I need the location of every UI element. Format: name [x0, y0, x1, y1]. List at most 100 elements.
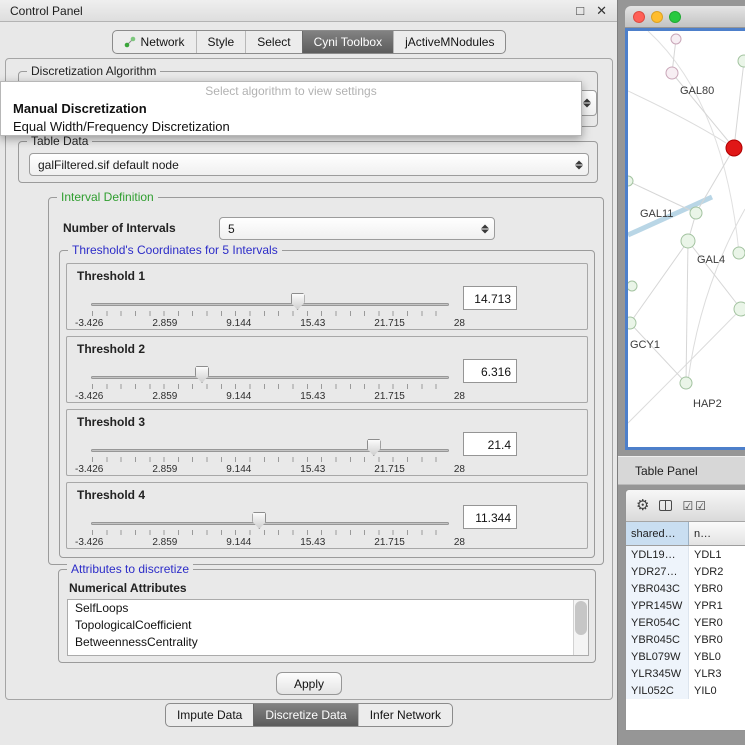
- slider-thumb[interactable]: [195, 366, 209, 383]
- list-scrollbar[interactable]: [573, 600, 588, 655]
- scale-label: 2.859: [152, 318, 177, 329]
- attribute-item-betweennesscentrality[interactable]: BetweennessCentrality: [68, 634, 588, 651]
- table-row[interactable]: YBL079WYBL0: [626, 648, 745, 665]
- table-row[interactable]: YDR27…YDR2: [626, 563, 745, 580]
- popup-item-equal-width-frequency-discretization[interactable]: Equal Width/Frequency Discretization: [1, 118, 581, 136]
- tab-cyni-toolbox[interactable]: Cyni Toolbox: [302, 31, 393, 53]
- tab-discretize-data[interactable]: Discretize Data: [253, 704, 357, 726]
- table-data-combo[interactable]: galFiltered.sif default node: [29, 153, 589, 176]
- cell-shared-name: YDR27…: [626, 563, 689, 580]
- table-row[interactable]: YIL052CYIL0: [626, 682, 745, 699]
- network-node[interactable]: [733, 247, 745, 259]
- network-node[interactable]: [628, 176, 633, 186]
- tab-style[interactable]: Style: [196, 31, 246, 53]
- apply-button[interactable]: Apply: [276, 672, 342, 695]
- attributes-group: Attributes to discretize Numerical Attri…: [58, 569, 596, 663]
- slider-track[interactable]: [91, 303, 449, 306]
- network-node[interactable]: [738, 55, 745, 67]
- number-of-intervals-combo[interactable]: 5: [219, 217, 495, 240]
- threshold-value-input[interactable]: 11.344: [463, 505, 517, 529]
- network-node[interactable]: [734, 302, 745, 316]
- checkbox-icon[interactable]: ☑: [695, 500, 706, 512]
- table-row[interactable]: YBR043CYBR0: [626, 580, 745, 597]
- table-row[interactable]: YDL19…YDL1: [626, 546, 745, 563]
- scale-label: -3.426: [75, 391, 103, 402]
- threshold-panel: Threshold 1 -3.4262.8599.14415.4321.7152…: [66, 263, 588, 330]
- threshold-slider[interactable]: -3.4262.8599.14415.4321.71528: [87, 290, 453, 330]
- threshold-value-input[interactable]: 6.316: [463, 359, 517, 383]
- tab-infer-network[interactable]: Infer Network: [358, 704, 452, 726]
- column-header-name[interactable]: n…: [689, 522, 745, 545]
- network-canvas[interactable]: GAL80GAL11GAL4GCY1HAP2: [628, 31, 745, 447]
- node-label: HAP2: [693, 398, 722, 410]
- scale-label: 15.43: [300, 464, 325, 475]
- minimize-traffic-light-icon[interactable]: [651, 11, 663, 23]
- network-node[interactable]: [690, 207, 702, 219]
- cell-name: YER0: [689, 614, 745, 631]
- tab-label: Impute Data: [177, 708, 242, 722]
- table-row[interactable]: YPR145WYPR1: [626, 597, 745, 614]
- threshold-slider[interactable]: -3.4262.8599.14415.4321.71528: [87, 509, 453, 549]
- threshold-label: Threshold 4: [77, 488, 145, 502]
- table-row[interactable]: YLR345WYLR3: [626, 665, 745, 682]
- threshold-label: Threshold 2: [77, 342, 145, 356]
- cell-shared-name: YPR145W: [626, 597, 689, 614]
- slider-scale: -3.4262.8599.14415.4321.71528: [75, 318, 465, 329]
- cell-shared-name: YIL052C: [626, 682, 689, 699]
- popup-item-list: Manual DiscretizationEqual Width/Frequen…: [1, 100, 581, 136]
- slider-scale: -3.4262.8599.14415.4321.71528: [75, 391, 465, 402]
- scale-label: 2.859: [152, 391, 177, 402]
- float-window-icon[interactable]: □: [576, 4, 584, 17]
- scrollbar-thumb[interactable]: [575, 601, 587, 635]
- zoom-traffic-light-icon[interactable]: [669, 11, 681, 23]
- table-row[interactable]: YBR045CYBR0: [626, 631, 745, 648]
- network-node[interactable]: [628, 281, 637, 291]
- threshold-slider[interactable]: -3.4262.8599.14415.4321.71528: [87, 436, 453, 476]
- network-node[interactable]: [671, 34, 681, 44]
- scale-label: 2.859: [152, 464, 177, 475]
- select-columns-checkbox-icons[interactable]: ☑ ☑: [682, 500, 706, 512]
- checkbox-icon[interactable]: ☑: [682, 500, 693, 512]
- network-graph[interactable]: GAL80GAL11GAL4GCY1HAP2: [628, 31, 745, 447]
- attributes-listbox[interactable]: SelfLoopsTopologicalCoefficientBetweenne…: [67, 599, 589, 656]
- tab-impute-data[interactable]: Impute Data: [166, 704, 253, 726]
- network-window-titlebar[interactable]: [625, 6, 745, 28]
- popup-item-manual-discretization[interactable]: Manual Discretization: [1, 100, 581, 118]
- attribute-item-topologicalcoefficient[interactable]: TopologicalCoefficient: [68, 617, 588, 634]
- tab-select[interactable]: Select: [245, 31, 301, 53]
- table-body[interactable]: YDL19…YDL1YDR27…YDR2YBR043CYBR0YPR145WYP…: [626, 546, 745, 730]
- slider-thumb[interactable]: [252, 512, 266, 529]
- combo-arrows-icon: [575, 160, 583, 169]
- gear-icon[interactable]: ⚙: [636, 498, 649, 513]
- slider-thumb[interactable]: [367, 439, 381, 456]
- columns-icon[interactable]: [659, 500, 672, 511]
- slider-track[interactable]: [91, 449, 449, 452]
- close-window-icon[interactable]: ✕: [596, 4, 607, 17]
- table-panel-header[interactable]: Table Panel: [618, 456, 745, 485]
- network-node[interactable]: [726, 140, 742, 156]
- attribute-item-selfloops[interactable]: SelfLoops: [68, 600, 588, 617]
- table-header-row: shared… n…: [626, 522, 745, 546]
- threshold-value-input[interactable]: 21.4: [463, 432, 517, 456]
- cell-shared-name: YBR043C: [626, 580, 689, 597]
- tab-network[interactable]: Network: [113, 31, 196, 53]
- column-header-shared-name[interactable]: shared…: [626, 522, 689, 545]
- scale-label: -3.426: [75, 464, 103, 475]
- scale-label: 28: [454, 464, 465, 475]
- threshold-value-input[interactable]: 14.713: [463, 286, 517, 310]
- bottom-tabbar: Impute Data Discretize DataInfer Network: [0, 703, 618, 727]
- table-data-value: galFiltered.sif default node: [38, 158, 179, 172]
- network-node[interactable]: [681, 234, 695, 248]
- slider-thumb[interactable]: [291, 293, 305, 310]
- slider-track[interactable]: [91, 376, 449, 379]
- window-title: Control Panel: [10, 4, 83, 18]
- network-node[interactable]: [680, 377, 692, 389]
- network-node[interactable]: [628, 317, 636, 329]
- table-panel-title: Table Panel: [635, 464, 698, 478]
- tab-jactivemnodules[interactable]: jActiveMNodules: [393, 31, 505, 53]
- table-row[interactable]: YER054CYER0: [626, 614, 745, 631]
- threshold-slider[interactable]: -3.4262.8599.14415.4321.71528: [87, 363, 453, 403]
- close-traffic-light-icon[interactable]: [633, 11, 645, 23]
- network-node[interactable]: [666, 67, 678, 79]
- slider-track[interactable]: [91, 522, 449, 525]
